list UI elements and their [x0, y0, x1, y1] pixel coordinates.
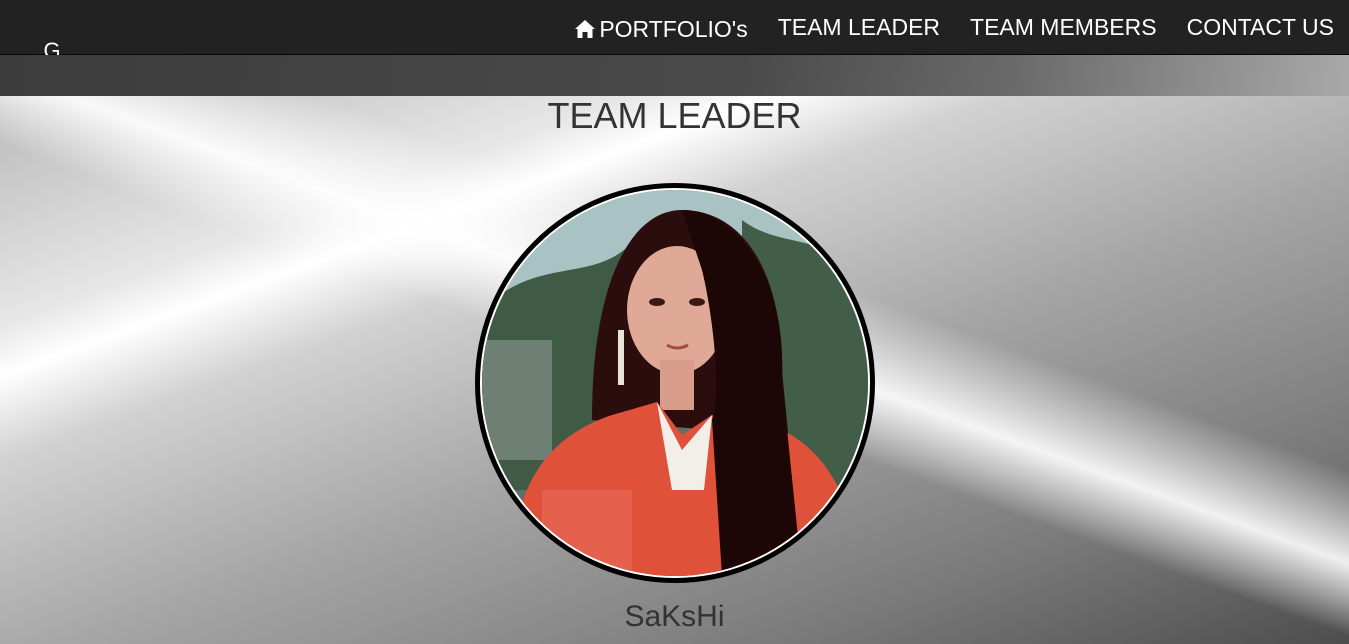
- leader-photo: [482, 190, 868, 576]
- nav-item-team-members[interactable]: TEAM MEMBERS: [955, 0, 1172, 54]
- nav-item-team-leader[interactable]: TEAM LEADER: [763, 0, 955, 54]
- leader-avatar: [475, 183, 875, 583]
- top-navbar: G N I T PORTFOLIO's TEAM LEADER TEAM MEM…: [0, 0, 1349, 141]
- nav-item-contact-us[interactable]: CONTACT US: [1172, 0, 1349, 54]
- nav-item-portfolio[interactable]: PORTFOLIO's: [559, 0, 762, 54]
- home-icon: [575, 20, 596, 38]
- leader-name: SaKsHi: [624, 600, 725, 633]
- nav-item-label: PORTFOLIO's: [599, 15, 748, 42]
- header-banner-strip: [0, 55, 1349, 96]
- section-title: TEAM LEADER: [547, 95, 802, 136]
- main-nav: PORTFOLIO's TEAM LEADER TEAM MEMBERS CON…: [559, 0, 1349, 54]
